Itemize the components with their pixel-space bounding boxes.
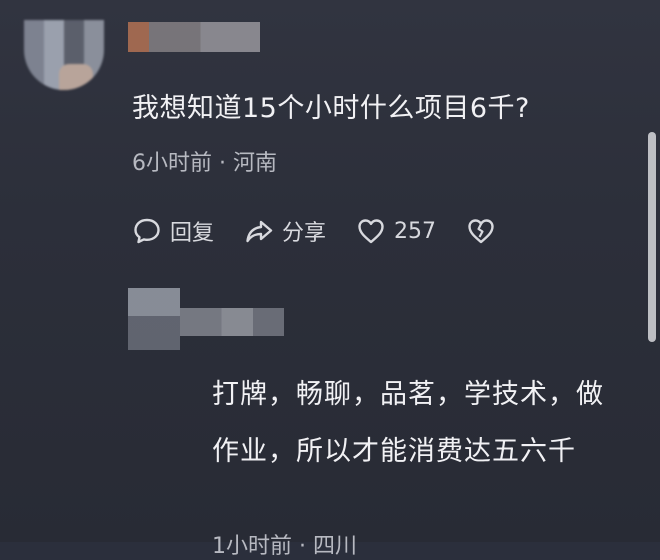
comment-bubble-icon <box>134 218 160 244</box>
like-count: 257 <box>394 218 437 244</box>
comment-actions: 回复 分享 257 <box>132 213 526 249</box>
dislike-button[interactable] <box>466 216 496 246</box>
reply-button[interactable]: 回复 <box>132 215 214 247</box>
comment-meta: 6小时前 · 河南 <box>132 151 277 176</box>
scrollbar[interactable] <box>648 132 656 342</box>
replier-name-blurred[interactable] <box>180 308 284 336</box>
reply-label: 回复 <box>170 221 215 246</box>
broken-heart-icon <box>468 219 494 244</box>
replier-avatar[interactable] <box>128 288 180 350</box>
share-arrow-icon <box>246 220 273 243</box>
like-button[interactable]: 257 <box>356 216 436 246</box>
reply-text: 打牌，畅聊，品茗，学技术，做作业，所以才能消费达五六千 <box>212 379 604 467</box>
commenter-name-blurred[interactable] <box>128 22 260 52</box>
heart-icon <box>358 219 384 244</box>
comment-text: 我想知道15个小时什么项目6千? <box>132 93 530 124</box>
commenter-avatar[interactable] <box>24 20 104 90</box>
reply-meta: 1小时前 · 四川 <box>212 534 357 559</box>
share-label: 分享 <box>282 221 327 246</box>
share-button[interactable]: 分享 <box>244 215 326 247</box>
